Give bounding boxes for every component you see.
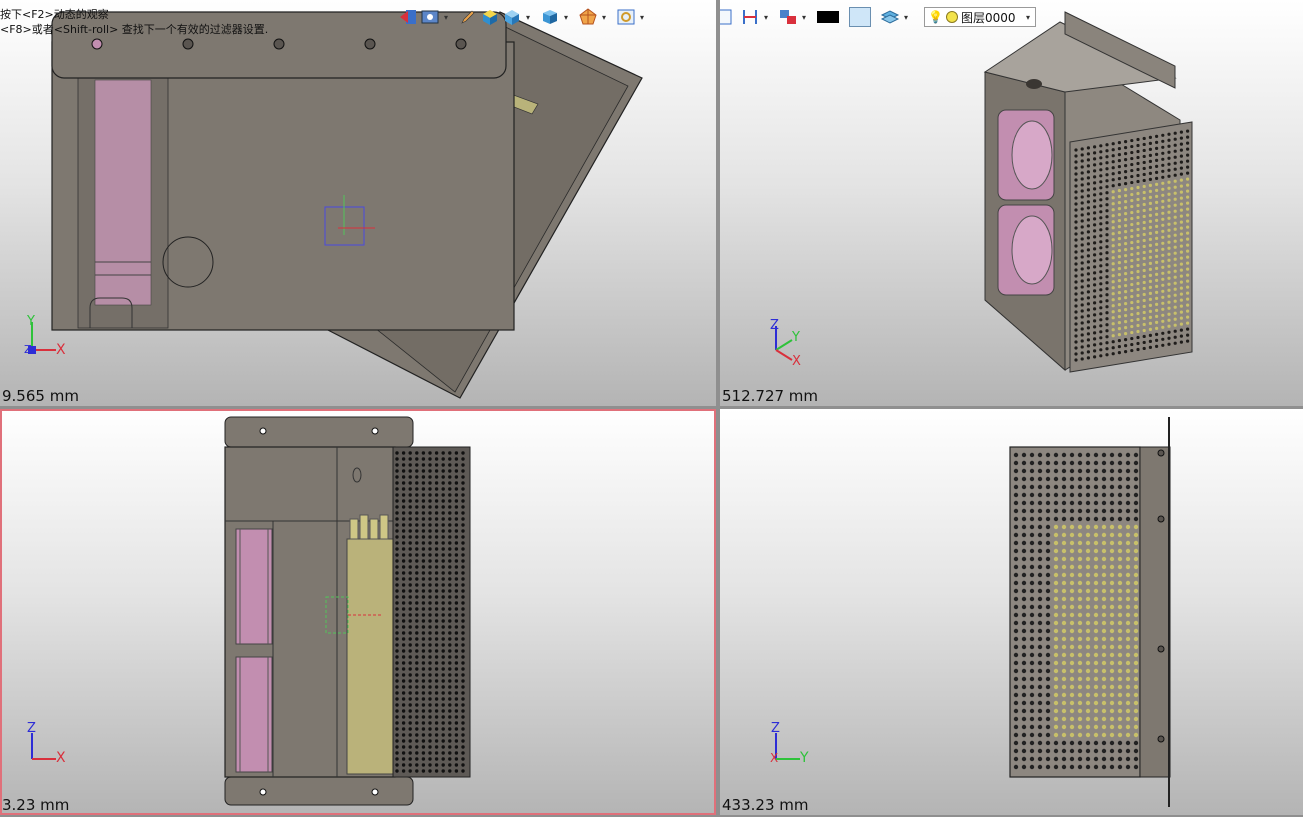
scale-readout: 512.727 mm	[722, 387, 819, 405]
chevron-down-icon[interactable]: ▾	[1021, 13, 1035, 22]
axis-label-y: Y	[792, 330, 800, 345]
viewport-top-left[interactable]: 按下<F2>动态的观察 <F8>或者<Shift-roll> 查找下一个有效的过…	[0, 0, 716, 406]
view-icon[interactable]	[420, 7, 440, 27]
toolbar-right-section: ▾ ▾ ▾ 💡 图层0000 ▾	[720, 3, 1036, 31]
link-icon[interactable]	[778, 7, 798, 27]
chevron-down-icon[interactable]: ▾	[638, 7, 646, 27]
view-target-icon[interactable]	[616, 7, 636, 27]
axis-label-z: Z	[771, 721, 780, 736]
cube-shaded-icon[interactable]	[540, 7, 560, 27]
bulb-icon[interactable]: 💡	[928, 10, 943, 24]
hint-line-1: 按下<F2>动态的观察	[0, 8, 109, 21]
main-toolbar: ▾ ▾ ▾ ▾ ▾	[398, 3, 654, 31]
viewport-top-right[interactable]: Z Y X 512.727 mm ▾ ▾ ▾ 💡 图层0000 ▾	[720, 0, 1303, 406]
axis-triad	[31, 733, 56, 760]
chevron-down-icon[interactable]: ▾	[442, 7, 450, 27]
chevron-down-icon[interactable]: ▾	[524, 7, 532, 27]
chevron-down-icon[interactable]: ▾	[600, 7, 608, 27]
render-icon[interactable]	[578, 7, 598, 27]
color-black-swatch[interactable]	[816, 7, 840, 27]
layer-select[interactable]: 💡 图层0000 ▾	[924, 7, 1036, 27]
layer-name: 图层0000	[960, 10, 1016, 25]
exit-icon[interactable]	[398, 7, 418, 27]
layers-icon[interactable]	[880, 7, 900, 27]
color-light-swatch[interactable]	[848, 7, 872, 27]
axis-label-z: Z	[27, 721, 36, 736]
scale-readout: 3.23 mm	[2, 796, 70, 814]
axis-label-z: Z	[24, 343, 32, 356]
dimension-icon[interactable]	[740, 7, 760, 27]
viewport-bottom-right[interactable]: Z Y X 433.23 mm	[720, 409, 1303, 815]
hint-line-2: <F8>或者<Shift-roll> 查找下一个有效的过滤器设置.	[0, 23, 269, 36]
axis-triad	[775, 733, 800, 760]
chevron-down-icon[interactable]: ▾	[562, 7, 570, 27]
axis-label-x: X	[770, 751, 779, 765]
axis-label-y: Y	[800, 750, 809, 766]
layer-dot-icon	[945, 11, 958, 23]
chevron-down-icon[interactable]: ▾	[762, 7, 770, 27]
axis-label-x: X	[792, 354, 801, 369]
axis-label-x: X	[56, 750, 66, 766]
axis-label-y: Y	[27, 314, 35, 329]
model-iso-view	[775, 11, 1193, 373]
chevron-down-icon[interactable]: ▾	[902, 7, 910, 27]
cube-blue-icon[interactable]	[502, 7, 522, 27]
axis-label-z: Z	[770, 318, 779, 333]
axis-label-x: X	[56, 342, 66, 358]
chevron-down-icon[interactable]: ▾	[800, 7, 808, 27]
pencil-icon[interactable]	[458, 7, 478, 27]
cube-yellow-icon[interactable]	[480, 7, 500, 27]
viewport-bottom-left[interactable]: Z X 3.23 mm	[0, 409, 716, 815]
view-frame-icon[interactable]	[720, 7, 734, 27]
model-front-view	[31, 416, 471, 806]
model-top-view	[28, 11, 643, 399]
scale-readout: 9.565 mm	[2, 387, 79, 405]
scale-readout: 433.23 mm	[722, 796, 809, 814]
